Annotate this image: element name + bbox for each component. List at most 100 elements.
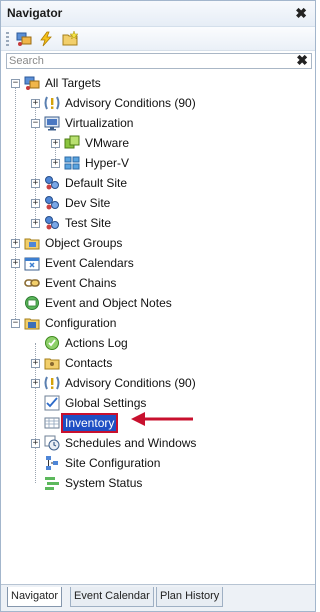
grid-icon (44, 417, 60, 429)
targets-icon (24, 76, 40, 90)
hyperv-icon (64, 156, 80, 170)
expand-toggle-icon[interactable]: + (31, 98, 40, 108)
panel-title: Navigator (7, 6, 63, 20)
expand-toggle-icon[interactable]: + (31, 378, 40, 388)
tree-item-hyper-v[interactable]: + Hyper-V (51, 153, 131, 173)
expand-toggle-icon[interactable]: + (51, 158, 60, 168)
close-icon[interactable]: ✖ (295, 5, 307, 22)
tree-item-global-settings[interactable]: Global Settings (31, 393, 148, 413)
targets-button[interactable] (15, 30, 33, 48)
tree-item-advisory-conditions[interactable]: + Advisory Conditions (90) (31, 93, 198, 113)
tree-item-event-calendars[interactable]: + Event Calendars (11, 253, 136, 273)
tab-event-calendar[interactable]: Event Calendar (70, 587, 154, 607)
tree-item-event-and-object-notes[interactable]: Event and Object Notes (11, 293, 174, 313)
toolbar-grip[interactable] (6, 32, 9, 46)
lightning-icon (40, 31, 52, 47)
tree-item-label: System Status (65, 476, 143, 490)
tree-item-event-chains[interactable]: Event Chains (11, 273, 118, 293)
notes-icon (25, 296, 39, 310)
collapse-toggle-icon[interactable]: − (31, 118, 40, 128)
advisory-icon (44, 96, 60, 110)
checklist-icon (44, 395, 60, 411)
tree-item-label: Inventory (60, 413, 119, 433)
tree-item-label: Default Site (65, 176, 128, 190)
clear-search-icon[interactable]: ✖ (296, 52, 308, 69)
config-folder-icon (24, 318, 40, 330)
tree-item-label: Event and Object Notes (45, 296, 172, 310)
tree-item-site-configuration[interactable]: Site Configuration (31, 453, 162, 473)
tree-item-test-site[interactable]: + Test Site (31, 213, 113, 233)
actions-log-icon (45, 336, 59, 350)
calendar-icon (24, 257, 40, 271)
tree-item-label: Advisory Conditions (90) (65, 96, 196, 110)
tree-item-virtualization[interactable]: − Virtualization (31, 113, 135, 133)
site-icon (45, 196, 59, 210)
expand-toggle-icon[interactable]: + (31, 178, 40, 188)
tree-item-actions-log[interactable]: Actions Log (31, 333, 130, 353)
tree-item-label: Hyper-V (85, 156, 130, 170)
tree-item-label: Contacts (65, 356, 113, 370)
tree-item-system-status[interactable]: System Status (31, 473, 144, 493)
tree-item-label: Test Site (65, 216, 112, 230)
expand-toggle-icon[interactable]: + (31, 198, 40, 208)
clock-icon (44, 435, 60, 451)
tree-item-label: Dev Site (65, 196, 111, 210)
monitor-icon (44, 116, 60, 131)
tree-item-all-targets[interactable]: − All Targets (11, 73, 103, 93)
expand-toggle-icon[interactable]: + (31, 438, 40, 448)
site-icon (45, 216, 59, 230)
tree-item-label: Event Calendars (45, 256, 134, 270)
collapse-toggle-icon[interactable]: − (11, 78, 20, 88)
tree-item-label: Object Groups (45, 236, 123, 250)
tree-item-label: Configuration (45, 316, 117, 330)
chain-icon (24, 279, 40, 287)
tree-item-label: Advisory Conditions (90) (65, 376, 196, 390)
folder-add-button[interactable] (61, 30, 79, 48)
folder-add-icon (62, 31, 78, 46)
tree-item-object-groups[interactable]: + Object Groups (11, 233, 124, 253)
tree-item-label: VMware (85, 136, 130, 150)
tree-item-label: All Targets (45, 76, 101, 90)
callout-arrow-icon (131, 412, 193, 426)
tree-item-configuration[interactable]: − Configuration (11, 313, 118, 333)
expand-toggle-icon[interactable]: + (11, 258, 20, 268)
expand-toggle-icon[interactable]: + (51, 138, 60, 148)
collapse-toggle-icon[interactable]: − (11, 318, 20, 328)
tree-item-default-site[interactable]: + Default Site (31, 173, 129, 193)
panel-titlebar: Navigator ✖ (1, 1, 315, 27)
tree-item-schedules-and-windows[interactable]: + Schedules and Windows (31, 433, 198, 453)
expand-toggle-icon[interactable]: + (31, 218, 40, 228)
navigator-panel: Navigator ✖ ✖ −All Targets+Advisory (0, 0, 316, 612)
tree-item-dev-site[interactable]: + Dev Site (31, 193, 112, 213)
targets-icon (16, 32, 32, 46)
toolbar (1, 27, 315, 51)
search-box: ✖ (6, 52, 312, 69)
tree-item-label: Virtualization (65, 116, 134, 130)
tab-plan-history[interactable]: Plan History (156, 587, 224, 607)
tree-item-label: Actions Log (65, 336, 128, 350)
vmware-icon (64, 135, 80, 149)
tree-item-advisory-conditions[interactable]: + Advisory Conditions (90) (31, 373, 198, 393)
search-input[interactable] (9, 54, 289, 68)
tree-item-contacts[interactable]: + Contacts (31, 353, 114, 373)
tab-navigator[interactable]: Navigator (7, 587, 63, 607)
folder-icon (24, 238, 40, 250)
tree-item-inventory[interactable]: Inventory (31, 413, 119, 433)
lightning-button[interactable] (37, 30, 55, 48)
tree-item-vmware[interactable]: + VMware (51, 133, 131, 153)
navigator-tree: − All Targets + Advisory Conditions (90) − Vi… (1, 71, 315, 581)
bottom-tabs: Navigator Event Calendar Plan History (1, 584, 315, 611)
tree-item-label: Global Settings (65, 396, 147, 410)
expand-toggle-icon[interactable]: + (11, 238, 20, 248)
expand-toggle-icon[interactable]: + (31, 358, 40, 368)
tree-item-label: Schedules and Windows (65, 436, 197, 450)
advisory-icon (44, 376, 60, 390)
site-icon (45, 176, 59, 190)
